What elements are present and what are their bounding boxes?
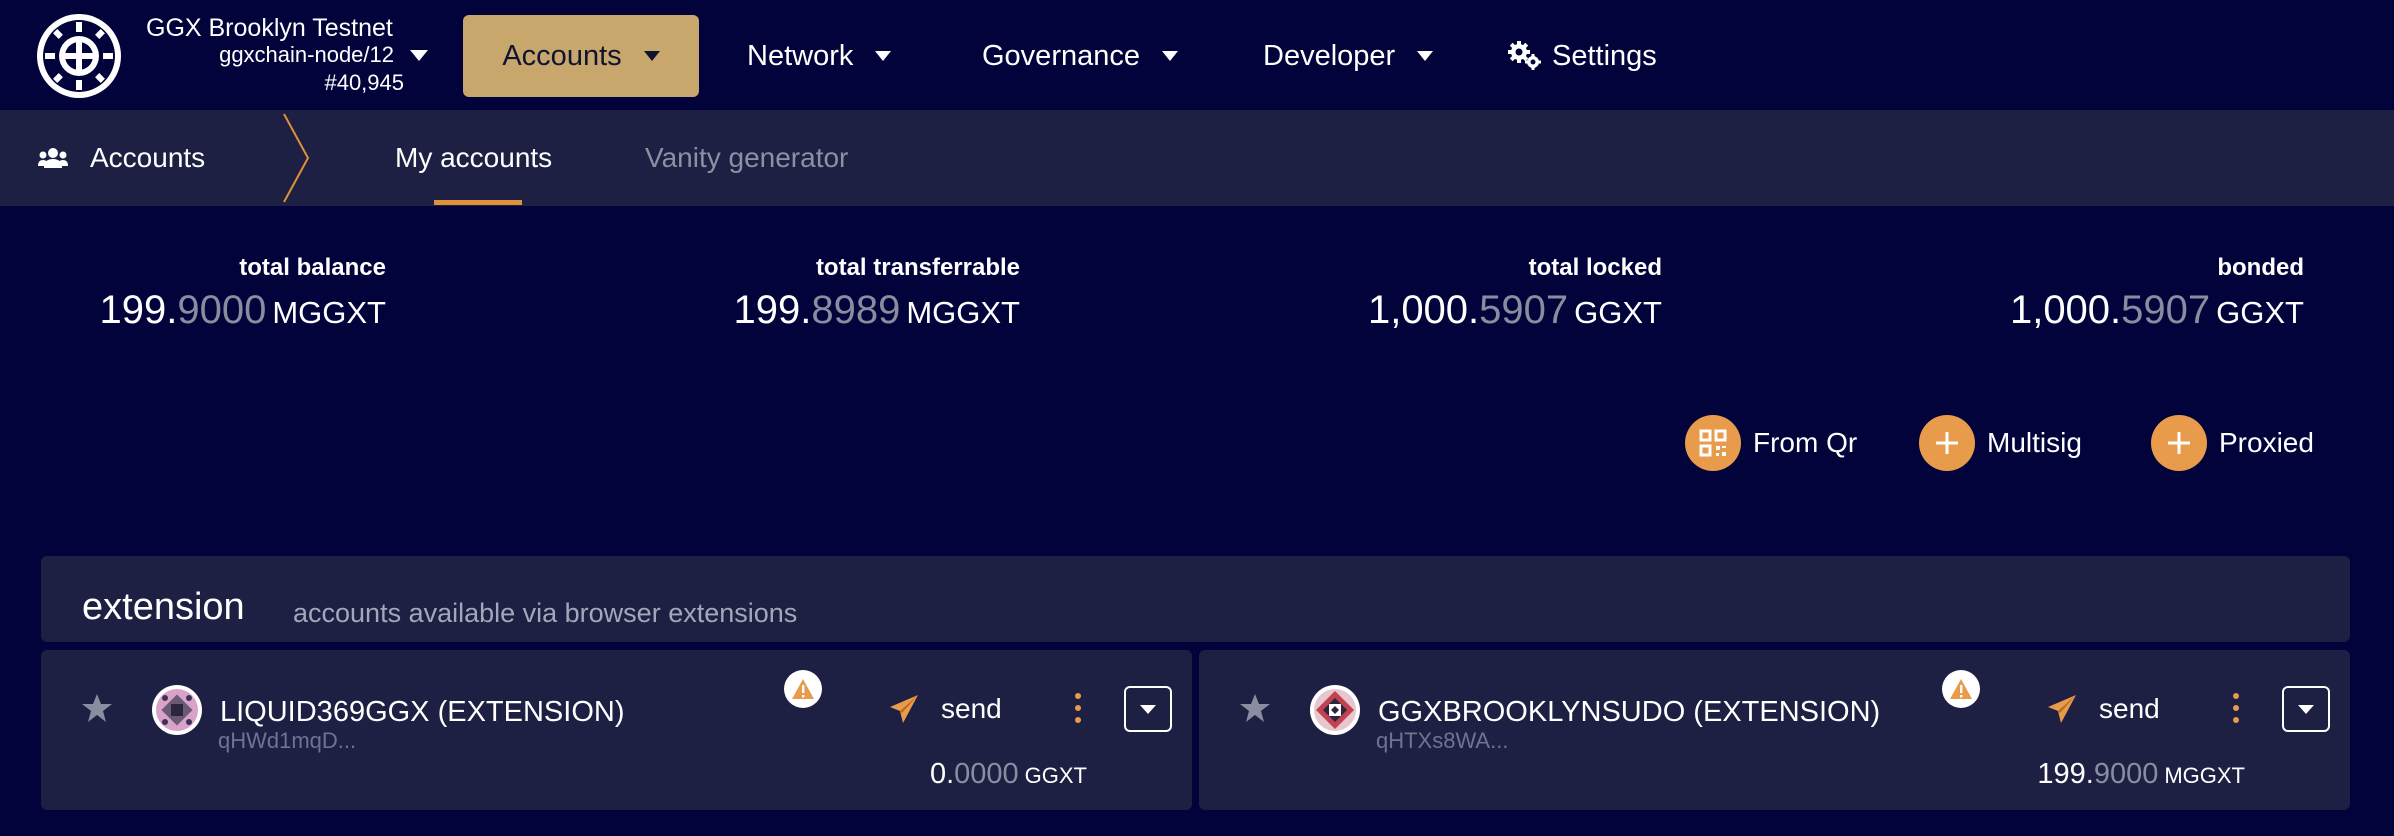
chevron-down-icon xyxy=(875,51,892,61)
tab-my-accounts[interactable]: My accounts xyxy=(395,110,552,206)
proxied-label: Proxied xyxy=(2219,427,2314,458)
plus-icon xyxy=(1936,432,1958,454)
summary-value: 199.8989 MGGXT xyxy=(733,288,1020,332)
account-address[interactable]: qHTXs8WA... xyxy=(1376,728,1508,754)
paper-plane-icon xyxy=(2048,695,2076,723)
active-tab-indicator xyxy=(434,200,522,205)
summary-value: 199.9000 MGGXT xyxy=(99,288,386,332)
send-button[interactable]: send xyxy=(889,690,1002,728)
send-button[interactable]: send xyxy=(2047,690,2160,728)
account-balance: 199.9000 MGGXT xyxy=(2037,758,2245,790)
nav-developer[interactable]: Developer xyxy=(1263,15,1434,97)
account-card: GGXBROOKLYNSUDO (EXTENSION) qHTXs8WA... … xyxy=(1199,650,2350,810)
subnav-home[interactable]: Accounts xyxy=(38,110,205,206)
summary-label: bonded xyxy=(2217,254,2304,281)
add-multisig-button[interactable]: Multisig xyxy=(1919,414,2082,472)
expand-details-button[interactable] xyxy=(2282,686,2330,732)
summary-value: 1,000.5907 GGXT xyxy=(1367,288,1662,332)
nav-network[interactable]: Network xyxy=(747,15,892,97)
nav-settings[interactable]: Settings xyxy=(1508,15,1657,97)
identicon-avatar[interactable] xyxy=(1309,684,1361,736)
summary-total-locked: total locked 1,000.5907 GGXT xyxy=(1368,254,1662,333)
chain-selector[interactable]: GGX Brooklyn Testnet ggxchain-node/12 #4… xyxy=(146,14,446,100)
paper-plane-icon xyxy=(890,695,918,723)
account-name[interactable]: LIQUID369GGX (EXTENSION) xyxy=(220,696,625,729)
extension-section-header: extension accounts available via browser… xyxy=(41,556,2350,642)
sub-navbar: Accounts My accounts Vanity generator xyxy=(0,110,2394,206)
nav-developer-label: Developer xyxy=(1263,39,1396,72)
add-proxied-button[interactable]: Proxied xyxy=(2151,414,2314,472)
account-balance: 0.0000 GGXT xyxy=(929,758,1087,790)
summary-label: total locked xyxy=(1528,254,1662,281)
more-options-icon[interactable] xyxy=(2231,692,2241,724)
summary-label: total transferrable xyxy=(815,254,1020,281)
chevron-down-icon xyxy=(2298,704,2314,714)
plus-icon xyxy=(2168,432,2190,454)
top-navbar: GGX Brooklyn Testnet ggxchain-node/12 #4… xyxy=(0,0,2394,110)
summary-label: total balance xyxy=(239,254,386,281)
account-name[interactable]: GGXBROOKLYNSUDO (EXTENSION) xyxy=(1378,696,1880,729)
summary-total-transferrable: total transferrable 199.8989 MGGXT xyxy=(733,254,1020,333)
nav-governance[interactable]: Governance xyxy=(982,15,1178,97)
send-label: send xyxy=(941,693,1002,724)
tab-vanity-generator[interactable]: Vanity generator xyxy=(645,110,848,206)
summary-total-balance: total balance 199.9000 MGGXT xyxy=(99,254,386,333)
chevron-down-icon xyxy=(643,51,660,61)
subnav-home-label: Accounts xyxy=(90,142,206,173)
expand-details-button[interactable] xyxy=(1124,686,1172,732)
warning-icon[interactable] xyxy=(784,670,822,708)
users-icon xyxy=(38,148,68,168)
nav-accounts[interactable]: Accounts xyxy=(463,15,699,97)
gears-icon xyxy=(1508,41,1541,70)
star-icon[interactable] xyxy=(81,692,113,724)
from-qr-label: From Qr xyxy=(1753,427,1858,458)
warning-icon[interactable] xyxy=(1942,670,1980,708)
chevron-down-icon xyxy=(1417,51,1434,61)
chain-logo-icon[interactable] xyxy=(36,13,122,99)
chain-name: GGX Brooklyn Testnet xyxy=(146,14,393,42)
multisig-label: Multisig xyxy=(1987,427,2082,458)
account-address[interactable]: qHWd1mqD... xyxy=(218,728,356,754)
star-icon[interactable] xyxy=(1239,692,1271,724)
identicon-avatar[interactable] xyxy=(151,684,203,736)
chain-block-number: #40,945 xyxy=(324,70,404,95)
account-card: LIQUID369GGX (EXTENSION) qHWd1mqD... sen… xyxy=(41,650,1192,810)
section-title: extension xyxy=(82,586,245,628)
summary-bonded: bonded 1,000.5907 GGXT xyxy=(2010,254,2304,333)
qr-code-icon xyxy=(1699,429,1727,457)
nav-accounts-label: Accounts xyxy=(502,39,622,72)
from-qr-button[interactable]: From Qr xyxy=(1685,414,1857,472)
chain-node: ggxchain-node/12 xyxy=(219,42,394,67)
nav-settings-label: Settings xyxy=(1552,39,1657,72)
breadcrumb-separator-icon xyxy=(283,113,310,203)
chevron-down-icon xyxy=(410,50,428,61)
chevron-down-icon xyxy=(1162,51,1178,61)
nav-network-label: Network xyxy=(747,39,854,72)
send-label: send xyxy=(2099,693,2160,724)
section-description: accounts available via browser extension… xyxy=(293,598,798,628)
summary-value: 1,000.5907 GGXT xyxy=(2009,288,2304,332)
more-options-icon[interactable] xyxy=(1073,692,1083,724)
nav-governance-label: Governance xyxy=(982,39,1140,72)
chevron-down-icon xyxy=(1140,704,1156,714)
